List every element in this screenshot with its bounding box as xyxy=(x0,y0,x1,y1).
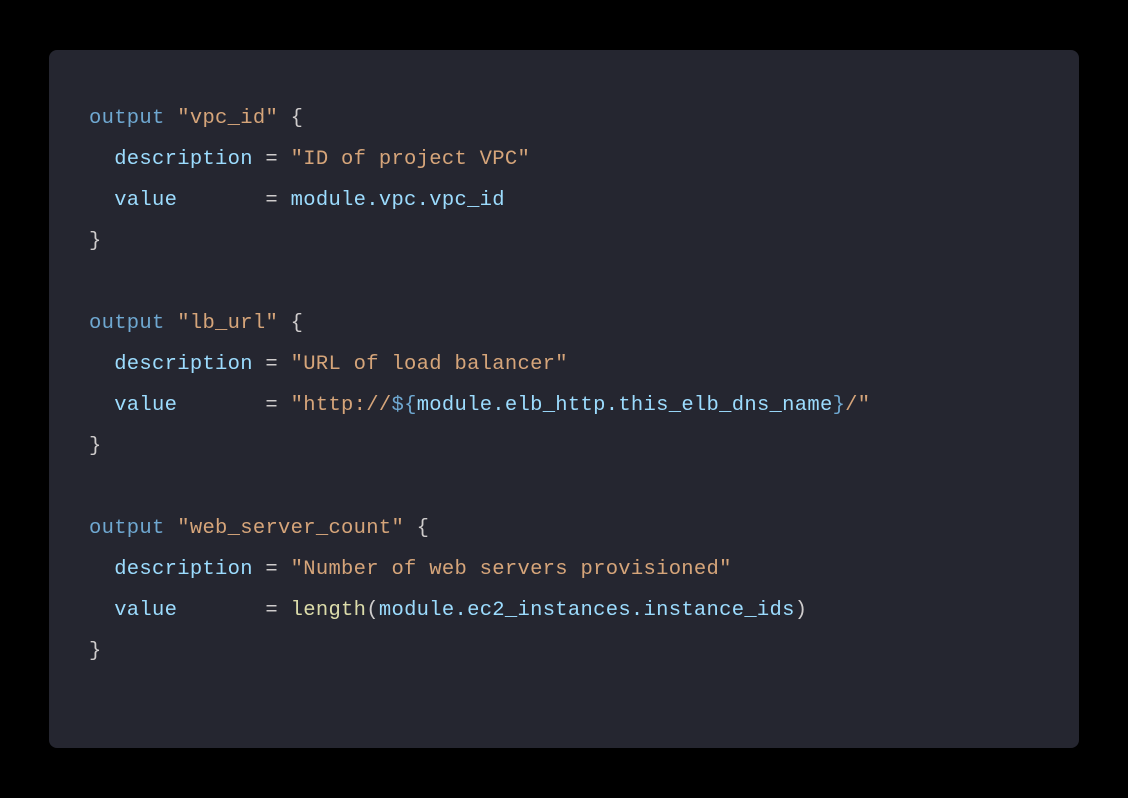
code-line: value = module.vpc.vpc_id xyxy=(89,180,1039,221)
equals: = xyxy=(253,599,291,622)
equals: = xyxy=(253,558,291,581)
property-description: description xyxy=(89,148,253,171)
brace-close: } xyxy=(89,230,102,253)
function-name: length xyxy=(291,599,367,622)
brace-open: { xyxy=(278,107,303,130)
code-line: output "lb_url" { xyxy=(89,303,1039,344)
paren-close: ) xyxy=(795,599,808,622)
code-line: output "vpc_id" { xyxy=(89,98,1039,139)
code-line: } xyxy=(89,631,1039,672)
interp-open: ${ xyxy=(391,394,416,417)
property-value: value xyxy=(89,394,253,417)
output-name: "lb_url" xyxy=(177,312,278,335)
code-line: value = "http://${module.elb_http.this_e… xyxy=(89,385,1039,426)
code-line: description = "URL of load balancer" xyxy=(89,344,1039,385)
paren-open: ( xyxy=(366,599,379,622)
reference: module.vpc.vpc_id xyxy=(291,189,505,212)
equals: = xyxy=(253,189,291,212)
string-open: "http:// xyxy=(291,394,392,417)
string-close: /" xyxy=(845,394,870,417)
equals: = xyxy=(253,353,291,376)
code-line: description = "ID of project VPC" xyxy=(89,139,1039,180)
keyword-output: output xyxy=(89,107,165,130)
output-name: "vpc_id" xyxy=(177,107,278,130)
brace-open: { xyxy=(278,312,303,335)
code-line: description = "Number of web servers pro… xyxy=(89,549,1039,590)
equals: = xyxy=(253,148,291,171)
interp-body: module.elb_http.this_elb_dns_name xyxy=(417,394,833,417)
code-line: value = length(module.ec2_instances.inst… xyxy=(89,590,1039,631)
output-name: "web_server_count" xyxy=(177,517,404,540)
property-value: value xyxy=(89,599,253,622)
code-line: } xyxy=(89,426,1039,467)
keyword-output: output xyxy=(89,312,165,335)
brace-open: { xyxy=(404,517,429,540)
property-description: description xyxy=(89,558,253,581)
brace-close: } xyxy=(89,435,102,458)
empty-line xyxy=(89,262,1039,303)
keyword-output: output xyxy=(89,517,165,540)
code-panel: output "vpc_id" { description = "ID of p… xyxy=(49,50,1079,748)
string-value: "URL of load balancer" xyxy=(291,353,568,376)
code-line: } xyxy=(89,221,1039,262)
code-line: output "web_server_count" { xyxy=(89,508,1039,549)
property-value: value xyxy=(89,189,253,212)
property-description: description xyxy=(89,353,253,376)
brace-close: } xyxy=(89,640,102,663)
empty-line xyxy=(89,467,1039,508)
string-value: "ID of project VPC" xyxy=(291,148,530,171)
string-value: "Number of web servers provisioned" xyxy=(291,558,732,581)
interp-close: } xyxy=(833,394,846,417)
equals: = xyxy=(253,394,291,417)
function-arg: module.ec2_instances.instance_ids xyxy=(379,599,795,622)
